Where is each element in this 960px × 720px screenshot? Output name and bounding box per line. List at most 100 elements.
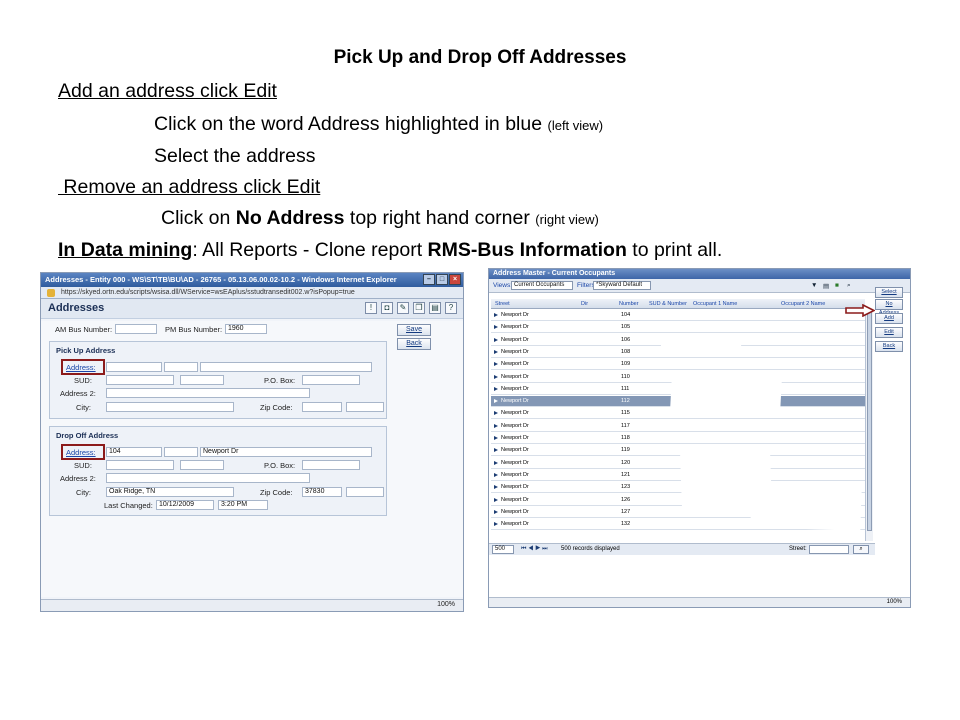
dropoff-address2-input[interactable] xyxy=(106,473,310,483)
dropoff-city-input[interactable]: Oak Ridge, TN xyxy=(106,487,234,497)
expand-icon[interactable] xyxy=(494,436,498,440)
table-row[interactable]: Newport Dr 105 xyxy=(491,322,865,334)
expand-icon[interactable] xyxy=(494,349,498,354)
table-row[interactable]: Newport Dr 109 xyxy=(491,359,865,371)
minimize-icon[interactable]: – xyxy=(423,274,435,285)
grid-scrollbar[interactable] xyxy=(865,309,873,541)
data-mining-post: to print all. xyxy=(626,239,723,261)
expand-icon[interactable] xyxy=(494,448,498,453)
pickup-sud-input[interactable] xyxy=(106,375,174,385)
dropoff-zip-input[interactable]: 37830 xyxy=(302,487,342,497)
back-button[interactable]: Back xyxy=(397,338,431,350)
dropoff-number-input[interactable]: 104 xyxy=(106,447,162,457)
help-icon[interactable]: ? xyxy=(445,302,457,314)
search-go-icon[interactable]: ⌕ xyxy=(853,545,869,554)
dropoff-sud-number-input[interactable] xyxy=(180,460,224,470)
expand-icon[interactable] xyxy=(494,423,498,428)
arrow-icon xyxy=(845,304,875,317)
column-header[interactable]: Street xyxy=(495,301,510,307)
table-row[interactable]: Newport Dr 121 xyxy=(491,470,865,481)
dropoff-zip-ext-input[interactable] xyxy=(346,487,384,497)
print-icon[interactable]: ▤ xyxy=(429,302,441,314)
views-label: Views: xyxy=(493,282,513,289)
street-cell: Newport Dr xyxy=(501,361,529,368)
print-icon[interactable]: ▤ xyxy=(823,282,829,290)
expand-icon[interactable] xyxy=(494,460,498,465)
zoom-level[interactable]: 100% xyxy=(887,599,902,605)
grid-header: Street Dir Number SUD & Number Occupant … xyxy=(491,299,865,309)
views-select[interactable]: Current Occupants xyxy=(511,281,573,290)
pickup-sud-number-input[interactable] xyxy=(180,375,224,385)
pickup-address-highlight xyxy=(61,359,105,375)
add-button[interactable]: Add xyxy=(875,313,903,324)
select-button[interactable]: Select xyxy=(875,287,903,298)
grid-scroll-thumb[interactable] xyxy=(867,311,872,531)
pickup-direction-input[interactable] xyxy=(164,362,198,372)
column-header[interactable]: Occupant 1 Name xyxy=(693,301,737,307)
expand-icon[interactable] xyxy=(494,472,498,477)
street-search-input[interactable] xyxy=(809,545,849,554)
column-header[interactable]: Dir xyxy=(581,301,588,307)
dropoff-address-group: Drop Off Address Address: 104 Newport Dr… xyxy=(49,426,387,516)
column-header[interactable]: SUD & Number xyxy=(649,301,687,307)
pickup-pobox-input[interactable] xyxy=(302,375,360,385)
number-cell: 115 xyxy=(621,410,630,417)
expand-icon[interactable] xyxy=(494,313,498,317)
save-button[interactable]: Save xyxy=(397,324,431,336)
expand-icon[interactable] xyxy=(494,399,498,404)
pickup-zip-input[interactable] xyxy=(302,402,342,412)
dropoff-street-input[interactable]: Newport Dr xyxy=(200,447,372,457)
street-cell: Newport Dr xyxy=(501,373,529,380)
zoom-level[interactable]: 100% xyxy=(437,601,455,608)
filters-select[interactable]: *Skyward Default xyxy=(593,281,651,290)
table-row[interactable]: Newport Dr 104 xyxy=(491,310,865,321)
table-row[interactable]: Newport Dr 120 xyxy=(491,458,865,469)
table-row[interactable]: Newport Dr 118 xyxy=(491,433,865,444)
address-bar[interactable]: https://skyed.ortn.edu/scripts/wsisa.dll… xyxy=(41,287,463,299)
dropoff-sud-input[interactable] xyxy=(106,460,174,470)
maximize-icon[interactable]: □ xyxy=(436,274,448,285)
search-icon[interactable]: ⌕ xyxy=(847,282,851,290)
table-row[interactable]: Newport Dr 117 xyxy=(491,421,865,432)
number-cell: 120 xyxy=(621,459,631,466)
pickup-number-input[interactable] xyxy=(106,362,162,372)
filter-icon[interactable]: ▼ xyxy=(811,282,817,289)
pickup-city-input[interactable] xyxy=(106,402,234,412)
number-cell: 132 xyxy=(621,521,631,528)
expand-icon[interactable] xyxy=(494,509,498,514)
pickup-street-input[interactable] xyxy=(200,362,372,372)
expand-icon[interactable] xyxy=(494,485,498,490)
table-row[interactable]: Newport Dr 119 xyxy=(491,445,865,457)
close-icon[interactable]: × xyxy=(449,274,461,285)
pickup-zip-ext-input[interactable] xyxy=(346,402,384,412)
expand-icon[interactable] xyxy=(494,411,498,416)
dropoff-direction-input[interactable] xyxy=(164,447,198,457)
expand-icon[interactable] xyxy=(494,337,498,342)
alert-icon[interactable]: ! xyxy=(365,302,377,314)
no-address-button[interactable]: No Address xyxy=(875,299,903,316)
dropoff-pobox-input[interactable] xyxy=(302,460,360,470)
camera-icon[interactable]: ◘ xyxy=(381,302,393,314)
expand-icon[interactable] xyxy=(494,325,498,330)
column-header[interactable]: Number xyxy=(619,301,639,307)
pickup-address2-input[interactable] xyxy=(106,388,310,398)
pickup-title: Pick Up Address xyxy=(56,346,116,355)
pager-nav-icons[interactable]: ⏮ ◀ ▶ ⏭ xyxy=(521,546,548,553)
expand-icon[interactable] xyxy=(494,374,498,379)
column-header[interactable]: Occupant 2 Name xyxy=(781,301,825,307)
back-button[interactable]: Back xyxy=(875,341,903,352)
am-bus-input[interactable] xyxy=(115,324,157,334)
street-cell: Newport Dr xyxy=(501,447,529,454)
page-size-select[interactable]: 500 xyxy=(492,545,514,554)
expand-icon[interactable] xyxy=(494,362,498,367)
pm-bus-input[interactable]: 1960 xyxy=(225,324,267,334)
edit-button[interactable]: Edit xyxy=(875,327,903,338)
expand-icon[interactable] xyxy=(494,386,498,391)
expand-icon[interactable] xyxy=(494,497,498,502)
note-icon[interactable]: ✎ xyxy=(397,302,409,314)
number-cell: 123 xyxy=(621,484,631,491)
table-row[interactable]: Newport Dr 115 xyxy=(491,408,865,420)
copy-icon[interactable]: ❐ xyxy=(413,302,425,314)
expand-icon[interactable] xyxy=(494,522,498,527)
export-icon[interactable]: ■ xyxy=(835,282,839,289)
